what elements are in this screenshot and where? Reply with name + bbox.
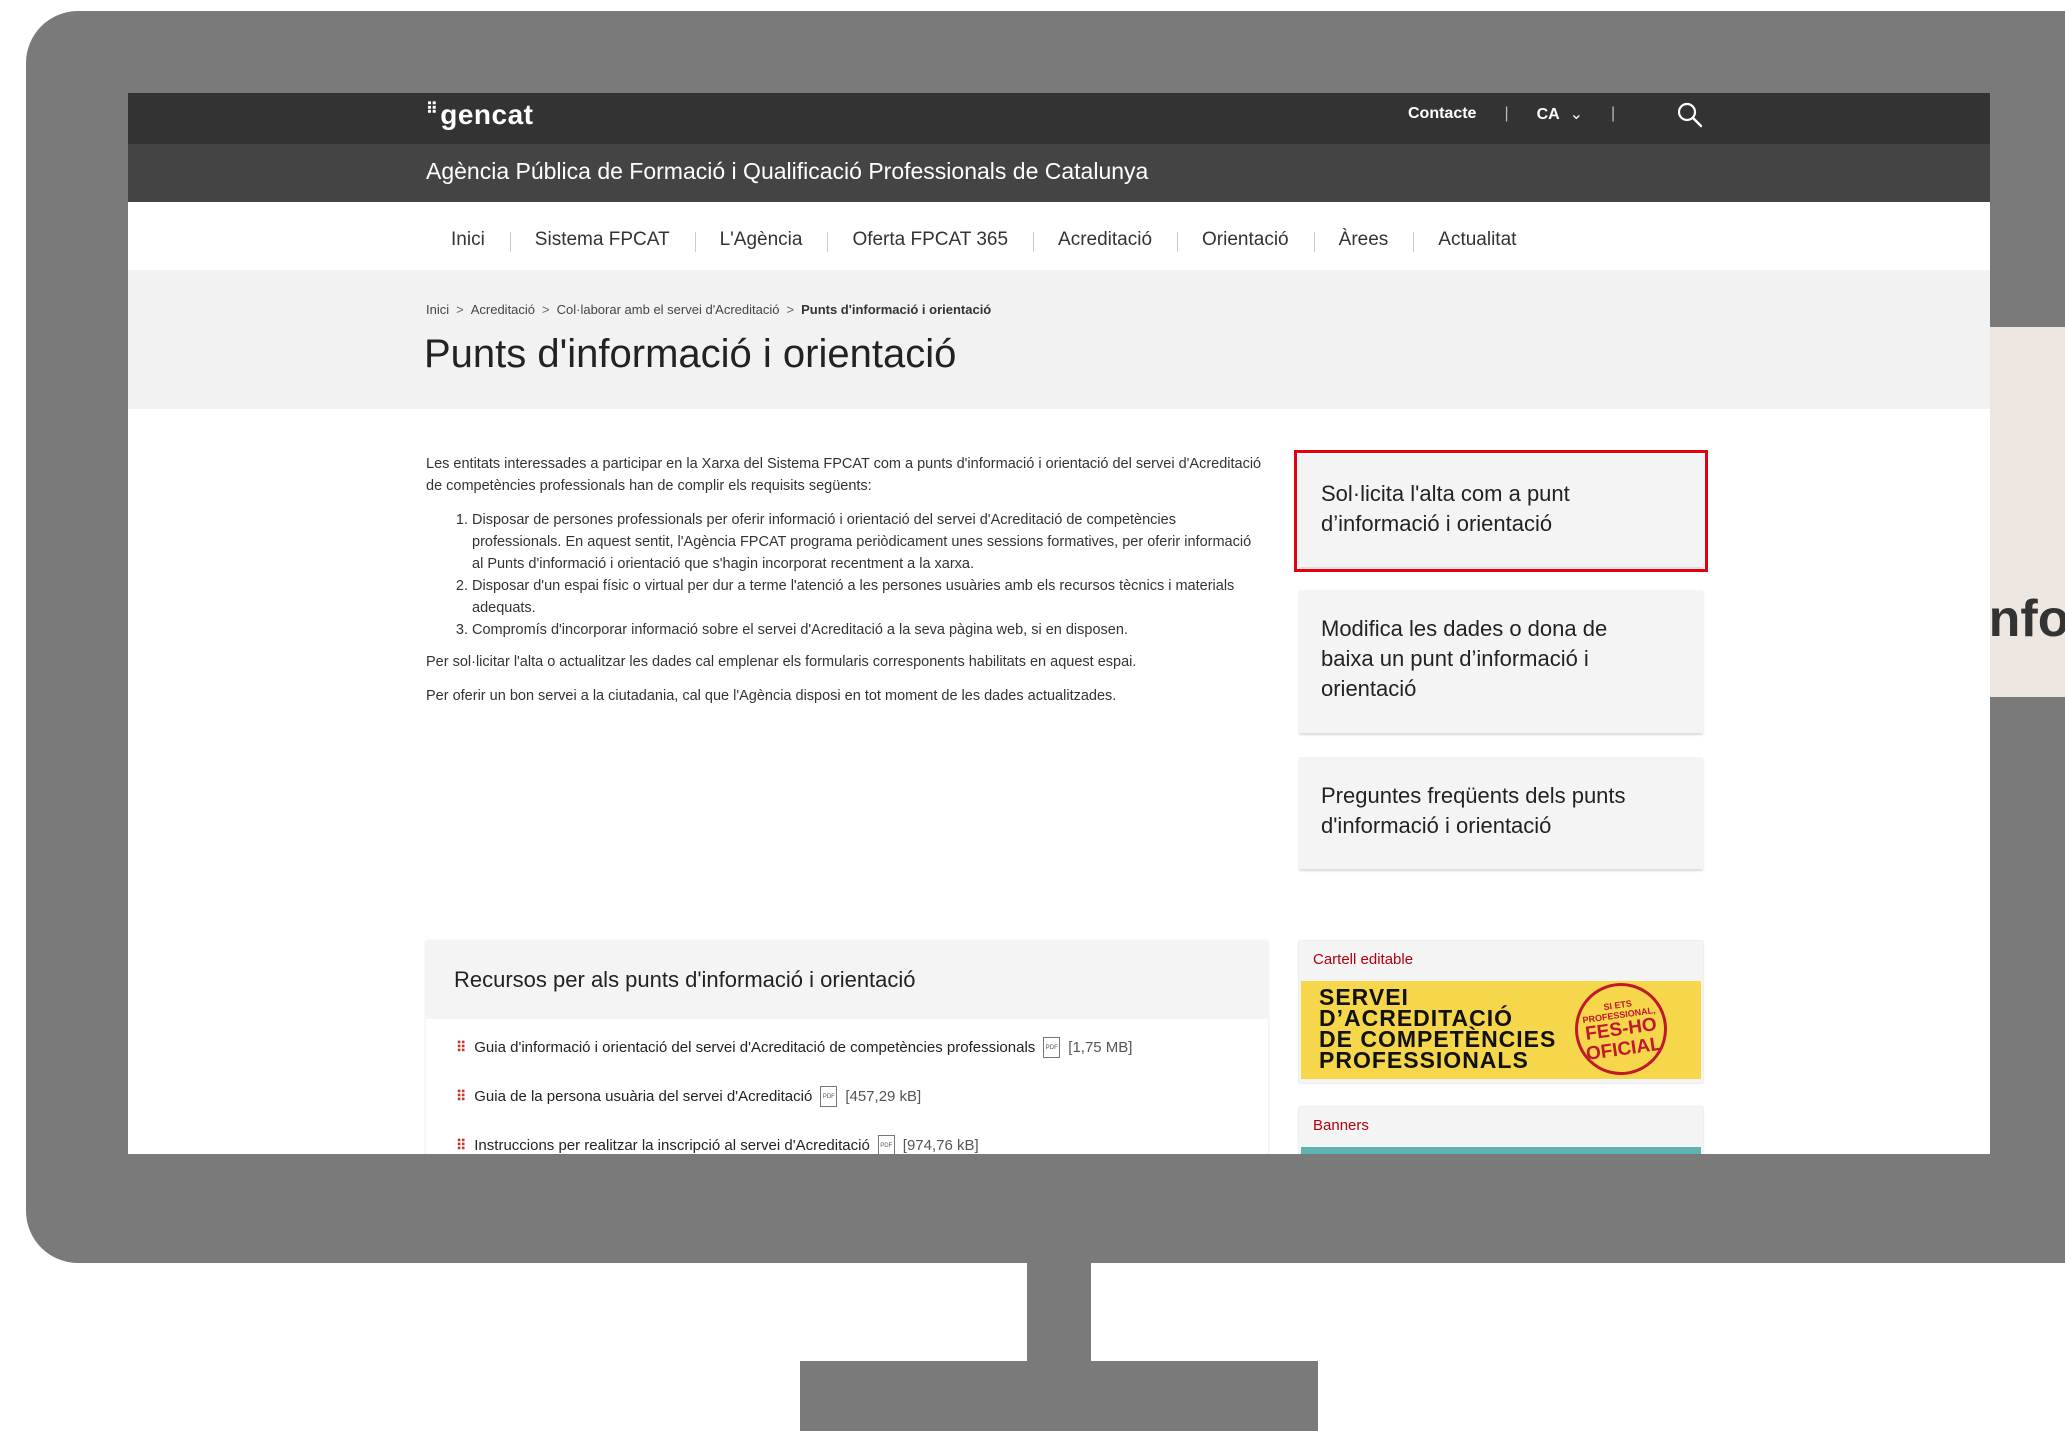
file-size: [1,75 MB]	[1068, 1039, 1133, 1056]
main-content: Les entitats interessades a participar e…	[426, 453, 1266, 719]
card-label: Preguntes freqüents dels punts d'informa…	[1321, 783, 1626, 838]
nav-item-inici[interactable]: Inici	[426, 202, 510, 270]
editable-poster-box[interactable]: Cartell editable SERVEI D’ACREDITACIÓ DE…	[1299, 941, 1703, 1083]
banner-preview[interactable]	[1301, 1147, 1701, 1154]
search-icon[interactable]	[1676, 101, 1704, 129]
page-title: Punts d'informació i orientació	[424, 332, 957, 376]
bullet-icon: ⠿	[456, 1137, 467, 1153]
top-links: Contacte | CA ⌄ |	[1408, 104, 1643, 124]
top-bar: ⠿gencat Contacte | CA ⌄ |	[128, 93, 1990, 144]
chevron-down-icon: ⌄	[1569, 106, 1583, 123]
poster-image[interactable]: SERVEI D’ACREDITACIÓ DE COMPETÈNCIES PRO…	[1301, 977, 1701, 1081]
card-label: Modifica les dades o dona de baixa un pu…	[1321, 616, 1608, 701]
agency-bar: Agència Pública de Formació i Qualificac…	[128, 144, 1990, 202]
faq-card[interactable]: Preguntes freqüents dels punts d'informa…	[1299, 757, 1703, 869]
file-size: [457,29 kB]	[845, 1088, 922, 1105]
monitor-stand-neck	[1027, 1263, 1091, 1363]
nav-items: Inici Sistema FPCAT L'Agència Oferta FPC…	[426, 202, 1541, 273]
browser-screen: ⠿gencat Contacte | CA ⌄ | Agència Públic…	[128, 93, 1990, 1154]
contact-link[interactable]: Contacte	[1408, 105, 1476, 123]
nav-item-sistema-fpcat[interactable]: Sistema FPCAT	[509, 202, 695, 270]
banners-box[interactable]: Banners	[1299, 1107, 1703, 1154]
poster-text: SERVEI D’ACREDITACIÓ DE COMPETÈNCIES PRO…	[1319, 984, 1557, 1073]
poster-label: Cartell editable	[1313, 951, 1414, 968]
separator: |	[1504, 105, 1509, 122]
resources-header: Recursos per als punts d'informació i or…	[426, 941, 1268, 1019]
list-item: Compromís d'incorporar informació sobre …	[472, 619, 1266, 641]
card-label: Sol·licita l'alta com a punt d’informaci…	[1321, 481, 1570, 536]
resource-link[interactable]: ⠿ Instruccions per realitzar la inscripc…	[456, 1135, 979, 1154]
stamp-image: SI ETS PROFESSIONAL, FES-HO OFICIAL	[1569, 977, 1673, 1081]
banners-label: Banners	[1313, 1117, 1369, 1134]
bullet-icon: ⠿	[456, 1039, 467, 1055]
nav-item-actualitat[interactable]: Actualitat	[1413, 202, 1541, 270]
breadcrumb-separator: >	[542, 302, 550, 317]
nav-item-acreditacio[interactable]: Acreditació	[1033, 202, 1177, 273]
resource-link[interactable]: ⠿ Guia d'informació i orientació del ser…	[456, 1037, 1132, 1058]
intro-text: Les entitats interessades a participar e…	[426, 456, 1262, 494]
nav-item-arees[interactable]: Àrees	[1313, 202, 1414, 270]
breadcrumb-link[interactable]: Acreditació	[471, 302, 535, 317]
resource-label: Guia d'informació i orientació del serve…	[474, 1039, 1036, 1056]
pdf-icon: PDF	[877, 1135, 895, 1154]
bullet-icon: ⠿	[456, 1088, 467, 1104]
file-size: [974,76 kB]	[902, 1137, 979, 1154]
pdf-icon: PDF	[820, 1086, 838, 1107]
resource-label: Instruccions per realitzar la inscripció…	[474, 1137, 870, 1154]
modify-data-card[interactable]: Modifica les dades o dona de baixa un pu…	[1299, 590, 1703, 733]
requirements-list: Disposar de persones professionals per o…	[426, 509, 1266, 641]
language-label: CA	[1536, 106, 1560, 123]
breadcrumb: Inici > Acreditació > Col·laborar amb el ser…	[426, 302, 991, 317]
resources-panel: Recursos per als punts d'informació i or…	[426, 941, 1268, 1154]
logo-dots-icon: ⠿	[426, 101, 439, 118]
separator: |	[1610, 105, 1616, 122]
pdf-icon: PDF	[1043, 1037, 1061, 1058]
title-band: Inici > Acreditació > Col·laborar amb el ser…	[128, 270, 1990, 409]
breadcrumb-current: Punts d'informació i orientació	[801, 302, 992, 317]
form-info-text: Per sol·licitar l'alta o actualitzar les…	[426, 654, 1137, 670]
breadcrumb-link[interactable]: Col·laborar amb el servei d'Acreditació	[557, 302, 780, 317]
logo-text: gencat	[440, 99, 534, 130]
breadcrumb-separator: >	[456, 302, 464, 317]
nav-item-orientacio[interactable]: Orientació	[1177, 202, 1314, 270]
breadcrumb-link[interactable]: Inici	[426, 302, 449, 317]
resource-link[interactable]: ⠿ Guia de la persona usuària del servei …	[456, 1086, 921, 1107]
breadcrumb-separator: >	[786, 302, 795, 317]
agency-name[interactable]: Agència Pública de Formació i Qualificac…	[426, 158, 1148, 185]
main-nav: Inici Sistema FPCAT L'Agència Oferta FPC…	[128, 202, 1990, 273]
service-info-text: Per oferir un bon servei a la ciutadania…	[426, 688, 1117, 704]
request-registration-card[interactable]: Sol·licita l'alta com a punt d’informaci…	[1294, 450, 1708, 572]
list-item: Disposar d'un espai físic o virtual per …	[472, 575, 1266, 619]
resources-title: Recursos per als punts d'informació i or…	[454, 967, 916, 992]
nav-item-oferta[interactable]: Oferta FPCAT 365	[827, 202, 1033, 270]
gencat-logo[interactable]: ⠿gencat	[426, 99, 533, 131]
nav-item-agencia[interactable]: L'Agència	[694, 202, 828, 270]
monitor-stand-base	[800, 1361, 1318, 1431]
resource-label: Guia de la persona usuària del servei d'…	[474, 1088, 813, 1105]
language-selector[interactable]: CA ⌄	[1537, 104, 1583, 124]
list-item: Disposar de persones professionals per o…	[472, 509, 1266, 575]
